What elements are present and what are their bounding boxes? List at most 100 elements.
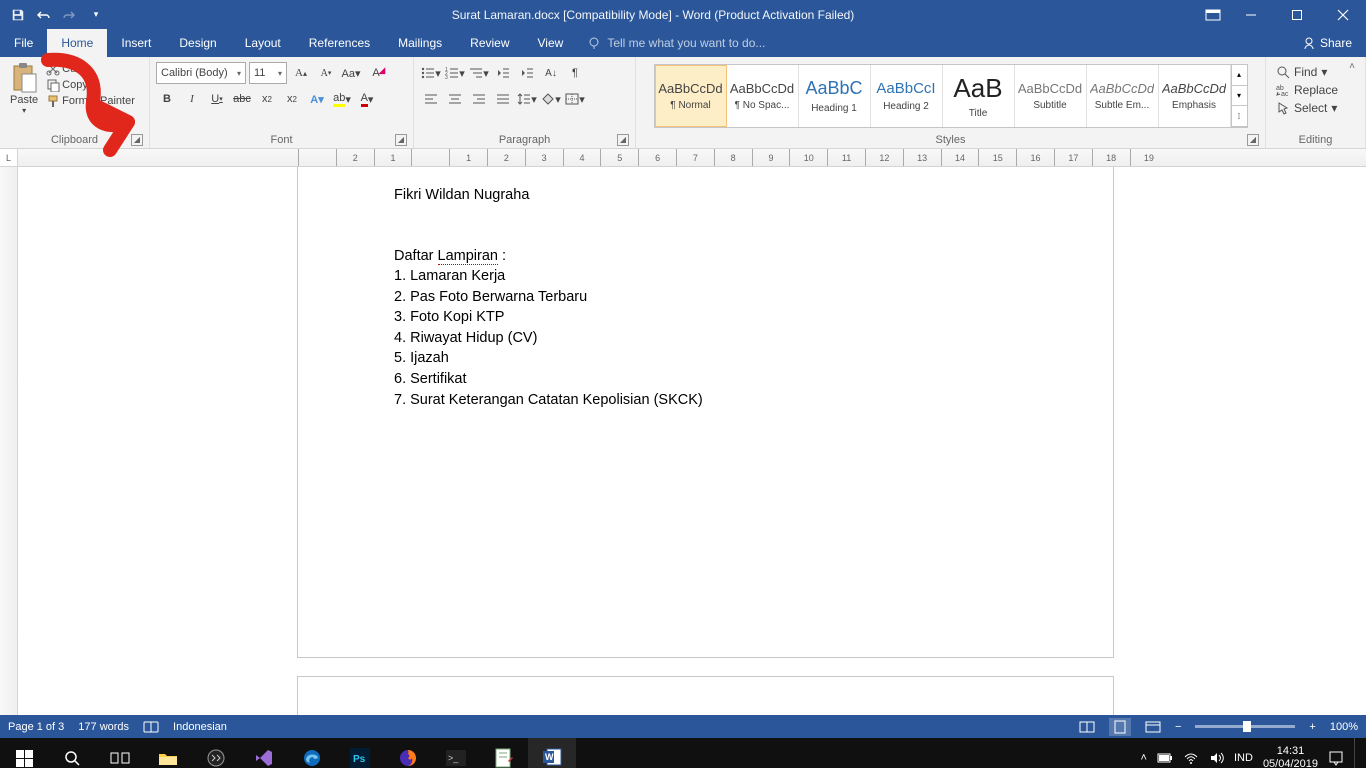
styles-scroll[interactable]: ▾ [1232, 86, 1247, 107]
minimize-button[interactable] [1228, 0, 1274, 29]
tab-design[interactable]: Design [165, 29, 230, 57]
borders-button[interactable]: ▾ [564, 88, 586, 110]
styles-gallery[interactable]: AaBbCcDd¶ NormalAaBbCcDd¶ No Spac...AaBb… [654, 64, 1248, 128]
start-button[interactable] [0, 738, 48, 768]
language-indicator[interactable]: Indonesian [173, 721, 227, 733]
styles-scroll[interactable]: ⁞ [1232, 106, 1247, 127]
style-emphasis[interactable]: AaBbCcDdEmphasis [1159, 65, 1231, 127]
web-layout-button[interactable] [1145, 720, 1161, 734]
grow-font-button[interactable]: A▴ [290, 62, 312, 84]
highlight-button[interactable]: ab▾ [331, 88, 353, 110]
font-color-button[interactable]: A▾ [356, 88, 378, 110]
change-case-button[interactable]: Aa▾ [340, 62, 362, 84]
bold-button[interactable]: B [156, 88, 178, 110]
paste-button[interactable]: Paste ▾ [6, 60, 42, 117]
tray-chevron[interactable]: ˄ [1141, 752, 1147, 764]
tab-review[interactable]: Review [456, 29, 523, 57]
italic-button[interactable]: I [181, 88, 203, 110]
redo-button[interactable] [58, 3, 82, 27]
clipboard-launcher[interactable]: ◢ [131, 134, 143, 146]
underline-button[interactable]: U▾ [206, 88, 228, 110]
collapse-ribbon-button[interactable]: ˄ [1342, 61, 1362, 77]
app-photoshop[interactable]: Ps [336, 738, 384, 768]
increase-indent-button[interactable] [516, 62, 538, 84]
copy-button[interactable]: Copy [46, 78, 135, 92]
cut-button[interactable]: Cut [46, 62, 135, 76]
app-notepadpp[interactable] [480, 738, 528, 768]
styles-launcher[interactable]: ◢ [1247, 134, 1259, 146]
style-heading-1[interactable]: AaBbCHeading 1 [799, 65, 871, 127]
tell-me-search[interactable]: Tell me what you want to do... [577, 29, 1288, 57]
numbering-button[interactable]: 123▾ [444, 62, 466, 84]
battery-icon[interactable] [1157, 751, 1173, 765]
qat-customize[interactable]: ▾ [84, 3, 108, 27]
style-title[interactable]: AaBTitle [943, 65, 1015, 127]
multilevel-button[interactable]: ▾ [468, 62, 490, 84]
tab-layout[interactable]: Layout [231, 29, 295, 57]
format-painter-button[interactable]: Format Painter [46, 94, 135, 108]
superscript-button[interactable]: x2 [281, 88, 303, 110]
sort-button[interactable]: A↓ [540, 62, 562, 84]
shrink-font-button[interactable]: A▾ [315, 62, 337, 84]
volume-icon[interactable] [1209, 751, 1224, 765]
align-center-button[interactable] [444, 88, 466, 110]
clock[interactable]: 14:31 05/04/2019 [1263, 745, 1318, 768]
app-visualstudio[interactable] [240, 738, 288, 768]
align-left-button[interactable] [420, 88, 442, 110]
show-desktop-button[interactable] [1354, 738, 1360, 768]
decrease-indent-button[interactable] [492, 62, 514, 84]
tab-references[interactable]: References [295, 29, 384, 57]
zoom-level[interactable]: 100% [1330, 721, 1358, 733]
strike-button[interactable]: abc [231, 88, 253, 110]
save-button[interactable] [6, 3, 30, 27]
font-size-combo[interactable]: 11▾ [249, 62, 287, 84]
ribbon-options-icon[interactable] [1198, 9, 1228, 21]
notifications-icon[interactable] [1328, 750, 1344, 766]
tab-insert[interactable]: Insert [107, 29, 165, 57]
tab-home[interactable]: Home [47, 29, 107, 57]
tab-selector[interactable]: L [0, 149, 18, 166]
wifi-icon[interactable] [1183, 751, 1199, 765]
app-terminal[interactable]: >_ [432, 738, 480, 768]
horizontal-ruler[interactable]: L 2112345678910111213141516171819 [0, 149, 1366, 167]
zoom-in-button[interactable]: + [1309, 721, 1315, 733]
page-1[interactable]: Fikri Wildan Nugraha Daftar Lampiran : 1… [298, 167, 1113, 657]
task-view-button[interactable] [96, 738, 144, 768]
find-button[interactable]: Find ▾ [1272, 64, 1342, 80]
paragraph-launcher[interactable]: ◢ [617, 134, 629, 146]
page-indicator[interactable]: Page 1 of 3 [8, 721, 64, 733]
zoom-slider[interactable] [1195, 725, 1295, 728]
clear-format-button[interactable]: A◢ [365, 62, 387, 84]
replace-button[interactable]: abacReplace [1272, 82, 1342, 98]
style-heading-2[interactable]: AaBbCcIHeading 2 [871, 65, 943, 127]
search-button[interactable] [48, 738, 96, 768]
spell-check-button[interactable] [143, 720, 159, 734]
justify-button[interactable] [492, 88, 514, 110]
align-right-button[interactable] [468, 88, 490, 110]
ime-indicator[interactable]: IND [1234, 752, 1253, 764]
shading-button[interactable]: ▾ [540, 88, 562, 110]
tab-file[interactable]: File [0, 29, 47, 57]
style-subtitle[interactable]: AaBbCcDdSubtitle [1015, 65, 1087, 127]
style--no-spac-[interactable]: AaBbCcDd¶ No Spac... [727, 65, 799, 127]
select-button[interactable]: Select ▾ [1272, 100, 1342, 116]
style-subtle-em-[interactable]: AaBbCcDdSubtle Em... [1087, 65, 1159, 127]
line-spacing-button[interactable]: ▾ [516, 88, 538, 110]
maximize-button[interactable] [1274, 0, 1320, 29]
show-marks-button[interactable]: ¶ [564, 62, 586, 84]
vertical-ruler[interactable] [0, 167, 18, 715]
zoom-out-button[interactable]: − [1175, 721, 1181, 733]
tab-view[interactable]: View [524, 29, 578, 57]
app-edge[interactable] [288, 738, 336, 768]
font-name-combo[interactable]: Calibri (Body)▾ [156, 62, 246, 84]
subscript-button[interactable]: x2 [256, 88, 278, 110]
share-button[interactable]: Share [1288, 29, 1366, 57]
font-launcher[interactable]: ◢ [395, 134, 407, 146]
styles-scroll[interactable]: ▴ [1232, 65, 1247, 86]
close-button[interactable] [1320, 0, 1366, 29]
page-2[interactable] [298, 677, 1113, 715]
print-layout-button[interactable] [1109, 718, 1131, 736]
app-word[interactable]: W [528, 738, 576, 768]
word-count[interactable]: 177 words [78, 721, 129, 733]
tab-mailings[interactable]: Mailings [384, 29, 456, 57]
